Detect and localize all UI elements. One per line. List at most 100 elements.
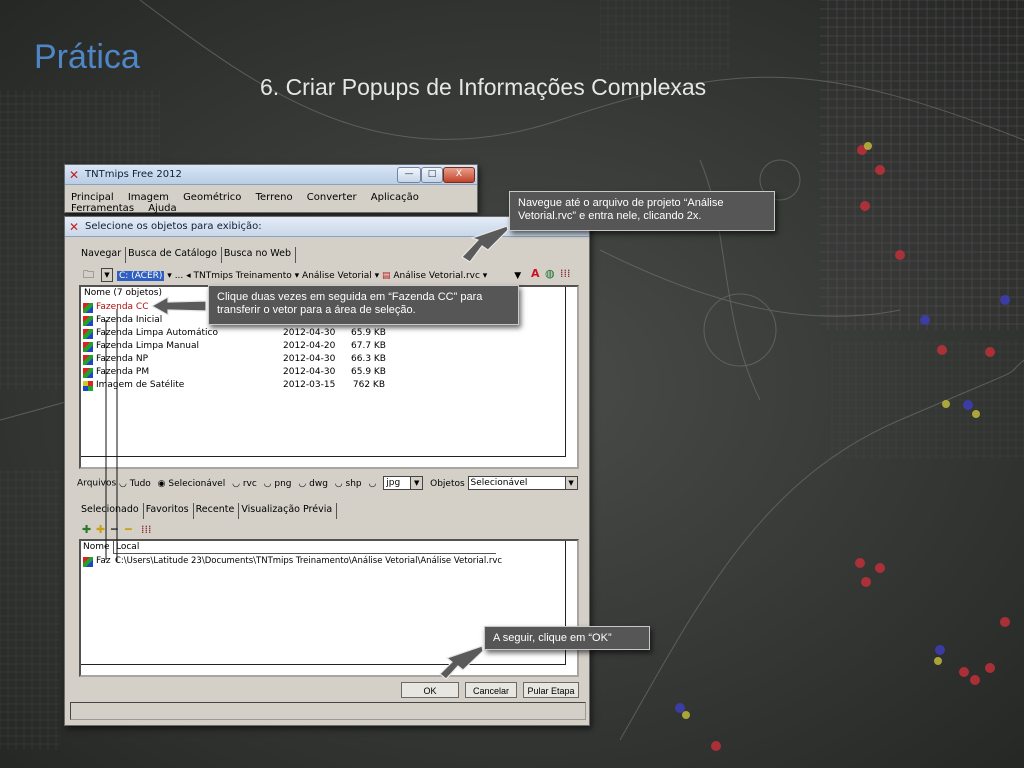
file-name: Fazenda Limpa Manual [96, 341, 199, 351]
breadcrumb-project[interactable]: Análise Vetorial.rvc [393, 271, 480, 281]
radio-tudo[interactable]: ◡ Tudo [119, 479, 151, 489]
file-date: 2012-04-30 [283, 354, 336, 364]
extension-select-value: jpg [386, 478, 401, 488]
menu-ferramentas[interactable]: Ferramentas [71, 203, 134, 214]
remove-all-icon[interactable]: ━ [125, 524, 132, 536]
tab-favoritos[interactable]: Favoritos [144, 503, 194, 519]
file-list-hscrollbar[interactable] [81, 456, 566, 467]
file-date: 2012-04-20 [283, 341, 336, 351]
extension-select[interactable]: jpg ▼ [383, 476, 424, 490]
slide-title: Prática [34, 38, 140, 76]
callout-ok: A seguir, clique em “OK” [484, 626, 650, 650]
vector-icon [83, 329, 93, 339]
file-list-vscrollbar[interactable] [565, 287, 577, 467]
vector-icon [83, 368, 93, 378]
tab-selecionado[interactable]: Selecionado [79, 503, 144, 519]
chevron-down-icon[interactable]: ▼ [564, 477, 577, 489]
selected-row-name: Faz [96, 556, 111, 566]
add-layer-icon[interactable]: A [531, 268, 540, 280]
source-tabs: Navegar Busca de Catálogo Busca no Web [79, 247, 297, 263]
vector-icon [83, 355, 93, 365]
path-breadcrumb[interactable]: C: (ACER) ▾ ... ◂ TNTmips Treinamento ▾ … [117, 269, 541, 283]
file-row[interactable]: Fazenda Limpa Automático 2012-04-30 65.9… [81, 327, 561, 340]
file-date: 2012-04-30 [283, 328, 336, 338]
add-icon[interactable]: ✚ [82, 524, 91, 536]
project-file-icon: ▤ [382, 271, 391, 281]
close-button[interactable]: X [443, 167, 475, 183]
selection-tabs: Selecionado Favoritos Recente Visualizaç… [79, 503, 338, 519]
selected-header-location[interactable]: Local [113, 541, 496, 554]
minimize-button[interactable]: — [397, 167, 421, 183]
dropdown-arrow-icon[interactable]: ▼ [101, 268, 113, 282]
file-row[interactable]: Fazenda PM 2012-04-30 65.9 KB [81, 366, 561, 379]
selected-row[interactable]: Faz C:\Users\Latitude 23\Documents\TNTmi… [81, 555, 561, 568]
file-size: 65.9 KB [351, 367, 386, 377]
main-window-title: TNTmips Free 2012 [85, 169, 182, 180]
file-size: 762 KB [352, 380, 385, 390]
remove-icon[interactable]: ━ [111, 524, 118, 536]
file-date: 2012-03-15 [283, 380, 336, 390]
tab-busca-catalogo[interactable]: Busca de Catálogo [126, 247, 222, 263]
dialog-title: Selecione os objetos para exibição: [85, 221, 262, 232]
objects-select-value: Selecionável [470, 478, 528, 488]
tntmips-main-window: ✕ TNTmips Free 2012 — □ X Principal Imag… [64, 164, 478, 214]
radio-png-label: png [274, 478, 292, 489]
grid-view-icon[interactable]: ⁞⁞⁞ [560, 268, 571, 280]
chevron-down-icon[interactable]: ▼ [410, 477, 423, 489]
ok-button[interactable]: OK [401, 682, 459, 698]
tab-busca-web[interactable]: Busca no Web [222, 247, 297, 263]
selected-vscrollbar[interactable] [565, 541, 577, 675]
skip-step-button[interactable]: Pular Etapa [523, 682, 579, 698]
file-name: Fazenda Inicial [96, 315, 163, 325]
combo-arrow-icon[interactable]: ▼ [514, 271, 521, 281]
cancel-button[interactable]: Cancelar [465, 682, 517, 698]
add-all-icon[interactable]: ✚ [96, 524, 105, 536]
radio-selecionavel[interactable]: ◉ Selecionável [158, 479, 226, 489]
menu-principal[interactable]: Principal [71, 192, 114, 203]
tntmips-icon: ✕ [69, 168, 80, 182]
selected-hscrollbar[interactable] [81, 664, 566, 675]
objects-select[interactable]: Selecionável ▼ [467, 476, 578, 490]
globe-icon[interactable]: ◍ [545, 268, 555, 280]
selected-objects-panel: Nome Local Faz C:\Users\Latitude 23\Docu… [79, 539, 579, 677]
breadcrumb-subfolder[interactable]: Análise Vetorial [302, 271, 372, 281]
filter-row: Arquivos ◡ Tudo ◉ Selecionável ◡ rvc ◡ p… [77, 476, 578, 490]
file-date: 2012-04-30 [283, 367, 336, 377]
radio-rvc[interactable]: ◡ rvc [232, 479, 257, 489]
menu-geometrico[interactable]: Geométrico [183, 192, 241, 203]
objects-label: Objetos [430, 478, 465, 489]
vector-icon [83, 557, 93, 567]
file-list-header[interactable]: Nome (7 objetos) [84, 287, 162, 299]
radio-dwg[interactable]: ◡ dwg [298, 479, 328, 489]
file-row[interactable]: Fazenda NP 2012-04-30 66.3 KB [81, 353, 561, 366]
menu-imagem[interactable]: Imagem [128, 192, 169, 203]
vector-icon [83, 342, 93, 352]
menu-aplicacao[interactable]: Aplicação [371, 192, 419, 203]
breadcrumb-folder[interactable]: TNTmips Treinamento [194, 271, 292, 281]
main-menubar: Principal Imagem Geométrico Terreno Conv… [71, 192, 477, 214]
menu-converter[interactable]: Converter [307, 192, 357, 203]
radio-selecionavel-label: Selecionável [168, 478, 226, 489]
tntmips-icon: ✕ [69, 220, 80, 234]
callout-double-click: Clique duas vezes em seguida em “Fazenda… [208, 285, 519, 325]
tab-recente[interactable]: Recente [194, 503, 240, 519]
file-row[interactable]: Fazenda Limpa Manual 2012-04-20 67.7 KB [81, 340, 561, 353]
file-name: Fazenda PM [96, 367, 150, 377]
file-row[interactable]: Imagem de Satélite 2012-03-15 762 KB [81, 379, 561, 392]
radio-shp[interactable]: ◡ shp [335, 479, 362, 489]
breadcrumb-drive[interactable]: C: (ACER) [117, 271, 165, 281]
maximize-button[interactable]: □ [421, 167, 443, 183]
grid-view-icon[interactable]: ⁞⁞⁞ [141, 524, 152, 536]
radio-ext[interactable]: ◡ [369, 479, 377, 489]
tab-navegar[interactable]: Navegar [79, 247, 127, 263]
radio-png[interactable]: ◡ png [264, 479, 292, 489]
file-name: Fazenda CC [96, 302, 149, 312]
menu-ajuda[interactable]: Ajuda [148, 203, 176, 214]
radio-shp-label: shp [345, 478, 362, 489]
breadcrumb-ellipsis[interactable]: ... [175, 271, 184, 281]
folder-icon[interactable]: 🗀 [83, 269, 94, 281]
menu-terreno[interactable]: Terreno [256, 192, 293, 203]
selected-header-name[interactable]: Nome [83, 541, 110, 553]
tab-visualizacao-previa[interactable]: Visualização Prévia [239, 503, 338, 519]
main-titlebar[interactable]: ✕ TNTmips Free 2012 — □ X [65, 165, 477, 185]
